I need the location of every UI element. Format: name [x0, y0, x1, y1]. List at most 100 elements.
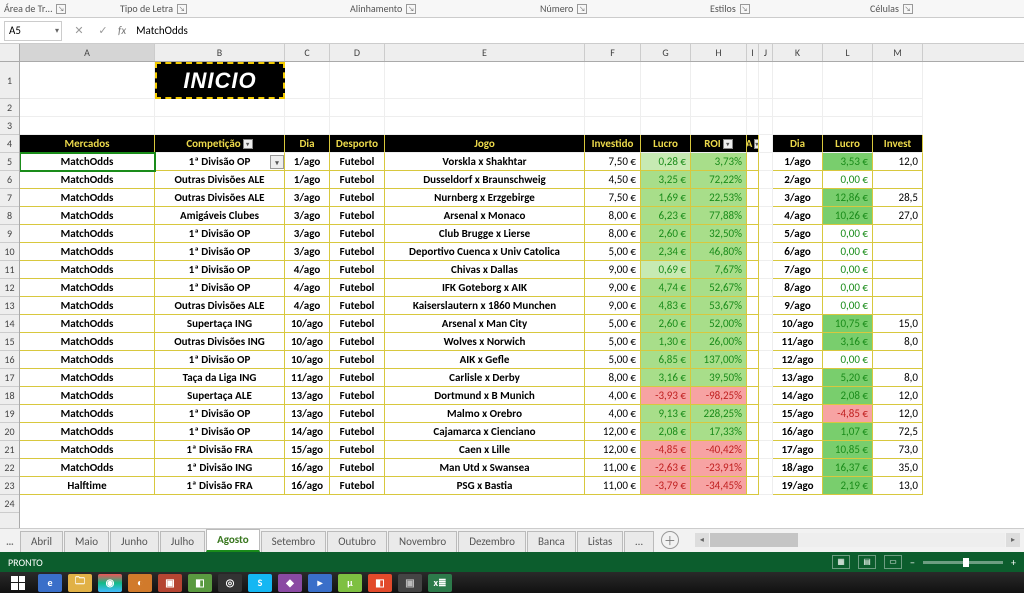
cell-lucro2[interactable]: 0,00 €	[823, 171, 873, 189]
cell-dia2[interactable]: 11/ago	[773, 333, 823, 351]
cell-competicao[interactable]: Supertaça ALE	[155, 387, 285, 405]
cell-dia[interactable]: 1/ago	[285, 171, 330, 189]
cell-jogo[interactable]: Wolves x Norwich	[385, 333, 585, 351]
cell-dia[interactable]: 4/ago	[285, 261, 330, 279]
cell-jogo[interactable]: IFK Goteborg x AIK	[385, 279, 585, 297]
sheet-tab[interactable]: Agosto	[206, 529, 260, 552]
cell[interactable]	[759, 441, 773, 459]
cell-lucro[interactable]: -3,79 €	[641, 477, 691, 495]
cell-lucro2[interactable]: 5,20 €	[823, 369, 873, 387]
cell-desporto[interactable]: Futebol	[330, 225, 385, 243]
cell-competicao[interactable]: 1ª Divisão ING	[155, 459, 285, 477]
table-header[interactable]: A▾	[747, 135, 759, 153]
row-header[interactable]: 21	[0, 441, 19, 459]
cell[interactable]	[285, 117, 330, 135]
cell-invest2[interactable]	[873, 297, 923, 315]
scroll-left-icon[interactable]: ◂	[695, 533, 709, 547]
cell[interactable]	[585, 117, 641, 135]
cell-investido[interactable]: 8,00 €	[585, 207, 641, 225]
cell-roi[interactable]: 39,50%	[691, 369, 747, 387]
table-header[interactable]: Mercados	[20, 135, 155, 153]
cell-competicao[interactable]: Outras Divisões ALE	[155, 297, 285, 315]
cell-a[interactable]	[747, 405, 759, 423]
cell-lucro[interactable]: 6,85 €	[641, 351, 691, 369]
cell-jogo[interactable]: Malmo x Orebro	[385, 405, 585, 423]
cell-jogo[interactable]: Cajamarca x Cienciano	[385, 423, 585, 441]
cell-desporto[interactable]: Futebol	[330, 153, 385, 171]
cell[interactable]	[759, 153, 773, 171]
cell-dia2[interactable]: 13/ago	[773, 369, 823, 387]
cell-jogo[interactable]: Carlisle x Derby	[385, 369, 585, 387]
cell[interactable]	[759, 315, 773, 333]
taskbar-utorrent-icon[interactable]: µ	[338, 574, 362, 592]
row-header[interactable]: 12	[0, 279, 19, 297]
sheet-tab[interactable]: Banca	[527, 531, 576, 552]
row-header[interactable]: 23	[0, 477, 19, 495]
cell-dia[interactable]: 3/ago	[285, 243, 330, 261]
cell-lucro[interactable]: 4,74 €	[641, 279, 691, 297]
cell-competicao[interactable]: Supertaça ING	[155, 315, 285, 333]
cell[interactable]	[759, 297, 773, 315]
cell-investido[interactable]: 4,00 €	[585, 405, 641, 423]
cell-invest2[interactable]: 15,0	[873, 315, 923, 333]
column-header-G[interactable]: G	[641, 44, 691, 61]
cell-jogo[interactable]: Man Utd x Swansea	[385, 459, 585, 477]
cell-invest2[interactable]: 12,0	[873, 153, 923, 171]
cell-desporto[interactable]: Futebol	[330, 459, 385, 477]
cell-competicao[interactable]: Outras Divisões ALE	[155, 189, 285, 207]
cell-a[interactable]	[747, 423, 759, 441]
cell-competicao[interactable]: 1ª Divisão OP▾	[155, 153, 285, 171]
cell-desporto[interactable]: Futebol	[330, 333, 385, 351]
cell-desporto[interactable]: Futebol	[330, 261, 385, 279]
taskbar-app6-icon[interactable]: ◧	[368, 574, 392, 592]
cell-invest2[interactable]: 28,5	[873, 189, 923, 207]
sheet-tab[interactable]: Novembro	[388, 531, 457, 552]
cell-lucro2[interactable]: 10,85 €	[823, 441, 873, 459]
cell-a[interactable]	[747, 261, 759, 279]
cell-dia[interactable]: 16/ago	[285, 459, 330, 477]
cell-lucro2[interactable]: 0,00 €	[823, 279, 873, 297]
row-header[interactable]: 19	[0, 405, 19, 423]
dialog-launcher-icon[interactable]: ↘	[740, 4, 750, 14]
cell-a[interactable]	[747, 189, 759, 207]
cell-jogo[interactable]: PSG x Bastia	[385, 477, 585, 495]
cell-roi[interactable]: 77,88%	[691, 207, 747, 225]
cell[interactable]	[759, 261, 773, 279]
cell[interactable]	[759, 333, 773, 351]
cell[interactable]	[759, 387, 773, 405]
cell-dia2[interactable]: 2/ago	[773, 171, 823, 189]
cell-invest2[interactable]	[873, 261, 923, 279]
cell[interactable]	[385, 99, 585, 117]
horizontal-scrollbar[interactable]: ◂ ▸	[695, 531, 1020, 549]
cell-invest2[interactable]: 35,0	[873, 459, 923, 477]
row-header[interactable]: 22	[0, 459, 19, 477]
cell-lucro[interactable]: 2,60 €	[641, 225, 691, 243]
column-header-J[interactable]: J	[759, 44, 773, 61]
cell-lucro2[interactable]: 10,26 €	[823, 207, 873, 225]
dialog-launcher-icon[interactable]: ↘	[577, 4, 587, 14]
cell-investido[interactable]: 8,00 €	[585, 225, 641, 243]
cell-desporto[interactable]: Futebol	[330, 387, 385, 405]
cell-competicao[interactable]: Amigáveis Clubes	[155, 207, 285, 225]
cell[interactable]	[285, 62, 330, 99]
table-header[interactable]: Dia	[285, 135, 330, 153]
cell-jogo[interactable]: Deportivo Cuenca x Univ Catolica	[385, 243, 585, 261]
cell-lucro2[interactable]: 12,86 €	[823, 189, 873, 207]
cell-invest2[interactable]: 12,0	[873, 387, 923, 405]
cell-roi[interactable]: 7,67%	[691, 261, 747, 279]
cell[interactable]	[759, 423, 773, 441]
cell[interactable]	[773, 62, 823, 99]
cell-lucro2[interactable]: 0,00 €	[823, 243, 873, 261]
cell-invest2[interactable]: 8,0	[873, 369, 923, 387]
cell-jogo[interactable]: Arsenal x Monaco	[385, 207, 585, 225]
cell-lucro2[interactable]: 3,16 €	[823, 333, 873, 351]
column-header-E[interactable]: E	[385, 44, 585, 61]
cell-a[interactable]	[747, 369, 759, 387]
taskbar-ie-icon[interactable]: e	[38, 574, 62, 592]
cell-roi[interactable]: -40,42%	[691, 441, 747, 459]
cell[interactable]	[585, 99, 641, 117]
cell-a[interactable]	[747, 207, 759, 225]
row-header[interactable]: 14	[0, 315, 19, 333]
cell-dia2[interactable]: 19/ago	[773, 477, 823, 495]
taskbar-app4-icon[interactable]: ◆	[278, 574, 302, 592]
